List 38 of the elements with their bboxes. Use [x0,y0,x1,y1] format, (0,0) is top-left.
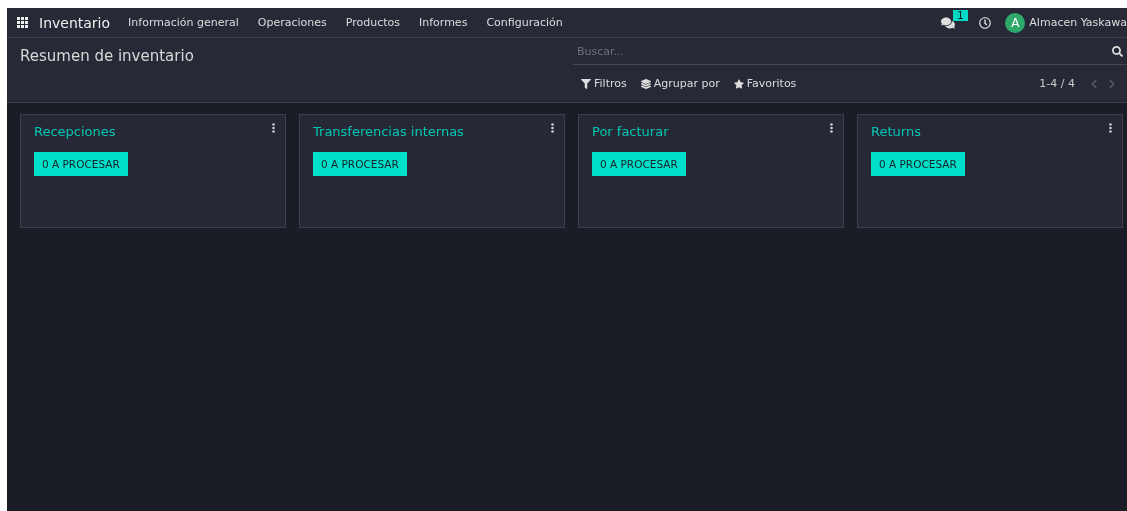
to-process-button[interactable]: 0 A PROCESAR [592,152,686,176]
card-title[interactable]: Por facturar [592,124,830,139]
vertical-dots-icon [272,123,275,133]
vertical-dots-icon [1109,123,1112,133]
more-options-button[interactable] [272,123,275,133]
vertical-dots-icon [551,123,554,133]
more-options-button[interactable] [551,123,554,133]
messages-button[interactable] [941,15,956,30]
vertical-dots-icon [830,123,833,133]
chat-icon [941,15,956,30]
menu-item[interactable]: Informes [419,16,468,29]
app-name: Inventario [39,14,111,31]
menu-item[interactable]: Información general [128,16,239,29]
more-options-button[interactable] [830,123,833,133]
page-title: Resumen de inventario [20,47,194,65]
card-title[interactable]: Returns [871,124,1109,139]
to-process-button[interactable]: 0 A PROCESAR [34,152,128,176]
filter-menu-button[interactable]: Filtros [581,77,627,90]
to-process-button[interactable]: 0 A PROCESAR [313,152,407,176]
filter-menu-button[interactable]: Agrupar por [640,77,720,90]
layers-icon [640,78,651,89]
card-title[interactable]: Transferencias internas [313,124,551,139]
user-name[interactable]: Almacen Yaskawa [1029,16,1127,29]
search-field[interactable]: Buscar... [573,44,1112,58]
search-icon[interactable] [1112,45,1123,57]
more-options-button[interactable] [1109,123,1112,133]
menu-item[interactable]: Configuración [486,16,563,29]
menu-item[interactable]: Productos [345,16,400,29]
card-title[interactable]: Recepciones [34,124,272,139]
apps-grid-icon[interactable] [17,16,29,29]
clock-icon[interactable] [979,16,992,29]
to-process-button[interactable]: 0 A PROCESAR [871,152,965,176]
star-icon [733,78,744,89]
filter-menu-button[interactable]: Favoritos [733,77,797,90]
pager-value[interactable]: 1-4 / 4 [1039,77,1075,90]
menu-item[interactable]: Operaciones [257,16,327,29]
filter-icon [581,78,591,89]
message-count-badge: 1 [953,9,968,21]
